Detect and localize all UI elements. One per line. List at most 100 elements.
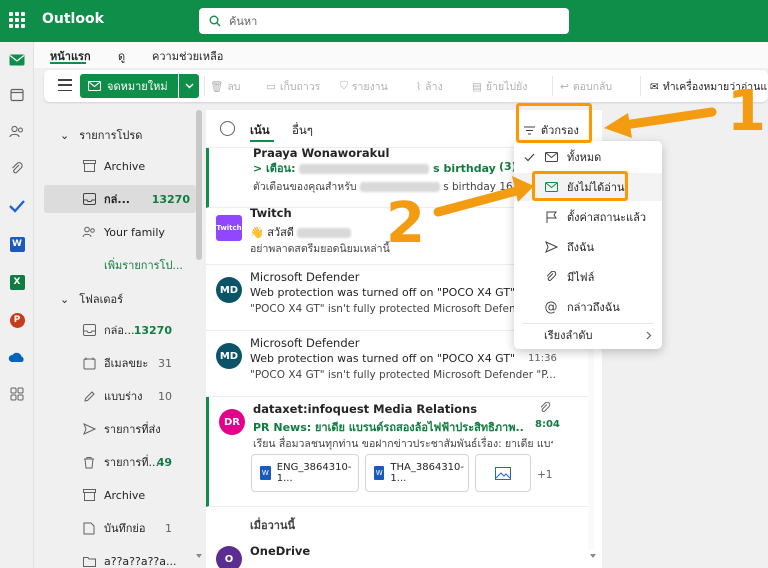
onedrive-icon[interactable] bbox=[7, 347, 27, 367]
search-box[interactable]: ค้นหา bbox=[199, 8, 569, 34]
message-subject: 👋 สวัสดี bbox=[250, 223, 352, 241]
more-attachments[interactable]: +1 bbox=[537, 469, 552, 481]
archive-button[interactable]: ▭ เก็บถาวร bbox=[266, 78, 320, 95]
send-icon bbox=[82, 422, 96, 436]
avatar: O bbox=[216, 546, 242, 568]
item-count: 10 bbox=[158, 389, 172, 403]
add-favorite-link[interactable]: เพิ่มรายการโป... bbox=[44, 251, 196, 279]
inbox-icon bbox=[82, 323, 96, 337]
flag-icon bbox=[544, 210, 558, 224]
folder-item-archive[interactable]: Archive bbox=[44, 152, 196, 180]
sweep-label: ล้าง bbox=[425, 81, 443, 93]
item-count: 31 bbox=[158, 356, 172, 370]
filter-option-mentions[interactable]: @ กล่าวถึงฉัน bbox=[514, 293, 662, 321]
favorites-header[interactable]: ⌄ รายการโปรด bbox=[60, 126, 142, 144]
tab-view[interactable]: ดู bbox=[118, 47, 125, 65]
tab-focused[interactable]: เน้น bbox=[250, 122, 270, 140]
filter-option-label: เรียงลำดับ bbox=[544, 329, 593, 342]
folder-label: แบบร่าง bbox=[104, 390, 143, 403]
select-all-checkbox[interactable] bbox=[220, 121, 235, 136]
sweep-button[interactable]: ⌇ ล้าง bbox=[416, 78, 443, 95]
message-item[interactable]: O OneDrive bbox=[206, 540, 588, 568]
folder-label: อีเมลขยะ bbox=[104, 357, 149, 370]
chevron-right-icon bbox=[646, 331, 652, 339]
folder-item-archive-2[interactable]: Archive bbox=[44, 481, 196, 509]
mail-icon[interactable] bbox=[7, 50, 27, 70]
unread-count: 13270 bbox=[133, 323, 172, 337]
folder-item-notes[interactable]: บันทึกย่อ 1 bbox=[44, 514, 196, 542]
filter-option-has-files[interactable]: มีไฟล์ bbox=[514, 263, 662, 291]
filter-option-label: ทั้งหมด bbox=[567, 151, 602, 164]
unread-count: 13270 bbox=[151, 192, 190, 206]
message-sender: OneDrive bbox=[250, 544, 311, 558]
tab-help[interactable]: ความช่วยเหลือ bbox=[152, 47, 223, 65]
message-subject: > เตือน: s birthday bbox=[253, 162, 496, 175]
new-mail-button[interactable]: จดหมายใหม่ bbox=[80, 74, 178, 98]
search-icon bbox=[209, 15, 221, 27]
app-title: Outlook bbox=[42, 11, 104, 27]
list-scroll-down-arrow[interactable] bbox=[590, 554, 596, 558]
message-item[interactable]: DR dataxet:infoquest Media Relations PR … bbox=[206, 397, 588, 507]
folder-scrollbar[interactable] bbox=[196, 110, 202, 260]
folder-item-deleted[interactable]: รายการที่... 49 bbox=[44, 448, 196, 476]
shield-icon: ⛉ bbox=[340, 80, 348, 92]
folder-label: a??a??a??a... bbox=[104, 554, 177, 568]
calendar-icon[interactable] bbox=[7, 85, 27, 105]
new-mail-label: จดหมายใหม่ bbox=[107, 80, 168, 93]
word-icon[interactable]: W bbox=[7, 234, 27, 254]
image-attachment-chip[interactable] bbox=[475, 454, 531, 492]
folder-item-drafts[interactable]: แบบร่าง 10 bbox=[44, 382, 196, 410]
folder-label: Your family bbox=[104, 225, 165, 239]
folder-item-junk[interactable]: อีเมลขยะ 31 bbox=[44, 349, 196, 377]
filter-option-to-me[interactable]: ถึงฉัน bbox=[514, 233, 662, 261]
new-mail-dropdown-button[interactable] bbox=[179, 74, 199, 98]
folders-header[interactable]: ⌄ โฟลเดอร์ bbox=[60, 290, 123, 308]
folder-item-sent[interactable]: รายการที่ส่ง bbox=[44, 415, 196, 443]
folder-item-unknown[interactable]: a??a??a??a... bbox=[44, 547, 196, 568]
filter-option-label: ถึงฉัน bbox=[567, 241, 595, 254]
chevron-down-icon: ⌄ bbox=[60, 292, 70, 306]
archive-label: เก็บถาวร bbox=[279, 81, 321, 93]
folder-item-your-family[interactable]: Your family bbox=[44, 218, 196, 246]
powerpoint-icon[interactable]: P bbox=[7, 310, 27, 330]
message-preview: อย่าพลาดสตรีมยอดนิยมเหล่านี้ bbox=[250, 243, 390, 255]
tab-other[interactable]: อื่นๆ bbox=[292, 122, 313, 140]
folder-item-inbox[interactable]: กล่อ... 13270 bbox=[44, 316, 196, 344]
avatar: MD bbox=[216, 277, 242, 303]
attachment-chip[interactable]: W THA_3864310-1... bbox=[365, 454, 469, 492]
date-section-header: เมื่อวานนี้ bbox=[250, 519, 296, 532]
focused-underline bbox=[250, 140, 274, 142]
folders-header-label: โฟลเดอร์ bbox=[79, 293, 124, 306]
filter-option-flagged[interactable]: ตั้งค่าสถานะแล้ว bbox=[514, 203, 662, 231]
attachment-chip[interactable]: W ENG_3864310-1... bbox=[251, 454, 359, 492]
hamburger-menu-icon[interactable] bbox=[58, 79, 72, 91]
message-time: 11:36 bbox=[528, 353, 557, 364]
filter-option-all[interactable]: ทั้งหมด bbox=[514, 143, 662, 171]
more-apps-icon[interactable] bbox=[7, 384, 27, 404]
report-button[interactable]: ⛉ รายงาน bbox=[340, 78, 388, 95]
filter-option-sort[interactable]: เรียงลำดับ bbox=[514, 321, 662, 349]
todo-icon[interactable] bbox=[7, 196, 27, 216]
excel-icon[interactable]: X bbox=[7, 272, 27, 292]
delete-button[interactable]: 🗑 ลบ bbox=[210, 78, 240, 95]
message-preview: "POCO X4 GT" isn't fully protected Micro… bbox=[250, 369, 556, 381]
search-placeholder: ค้นหา bbox=[229, 15, 258, 28]
inbox-icon bbox=[82, 192, 96, 206]
folder-scroll-down-arrow[interactable] bbox=[196, 554, 202, 558]
word-file-icon: W bbox=[260, 466, 271, 480]
message-subject: Web protection was turned off on "POCO X… bbox=[250, 352, 516, 365]
people-icon bbox=[82, 225, 96, 239]
people-icon[interactable] bbox=[7, 122, 27, 142]
mail-icon bbox=[544, 150, 558, 164]
attachment-icon[interactable] bbox=[7, 159, 27, 179]
reply-all-button[interactable]: ↩ ตอบกลับ bbox=[560, 78, 612, 95]
folder-item-inbox-favorite[interactable]: กล่... 13270 bbox=[44, 185, 196, 213]
pencil-icon bbox=[82, 389, 96, 403]
move-to-button[interactable]: ▤ ย้ายไปยัง bbox=[472, 78, 527, 95]
app-launcher-icon[interactable] bbox=[8, 11, 26, 29]
reply-all-label: ตอบกลับ bbox=[572, 81, 613, 93]
item-count: 1 bbox=[165, 521, 172, 535]
archive-icon bbox=[82, 488, 96, 502]
archive-icon bbox=[82, 159, 96, 173]
folder-icon bbox=[82, 554, 96, 568]
